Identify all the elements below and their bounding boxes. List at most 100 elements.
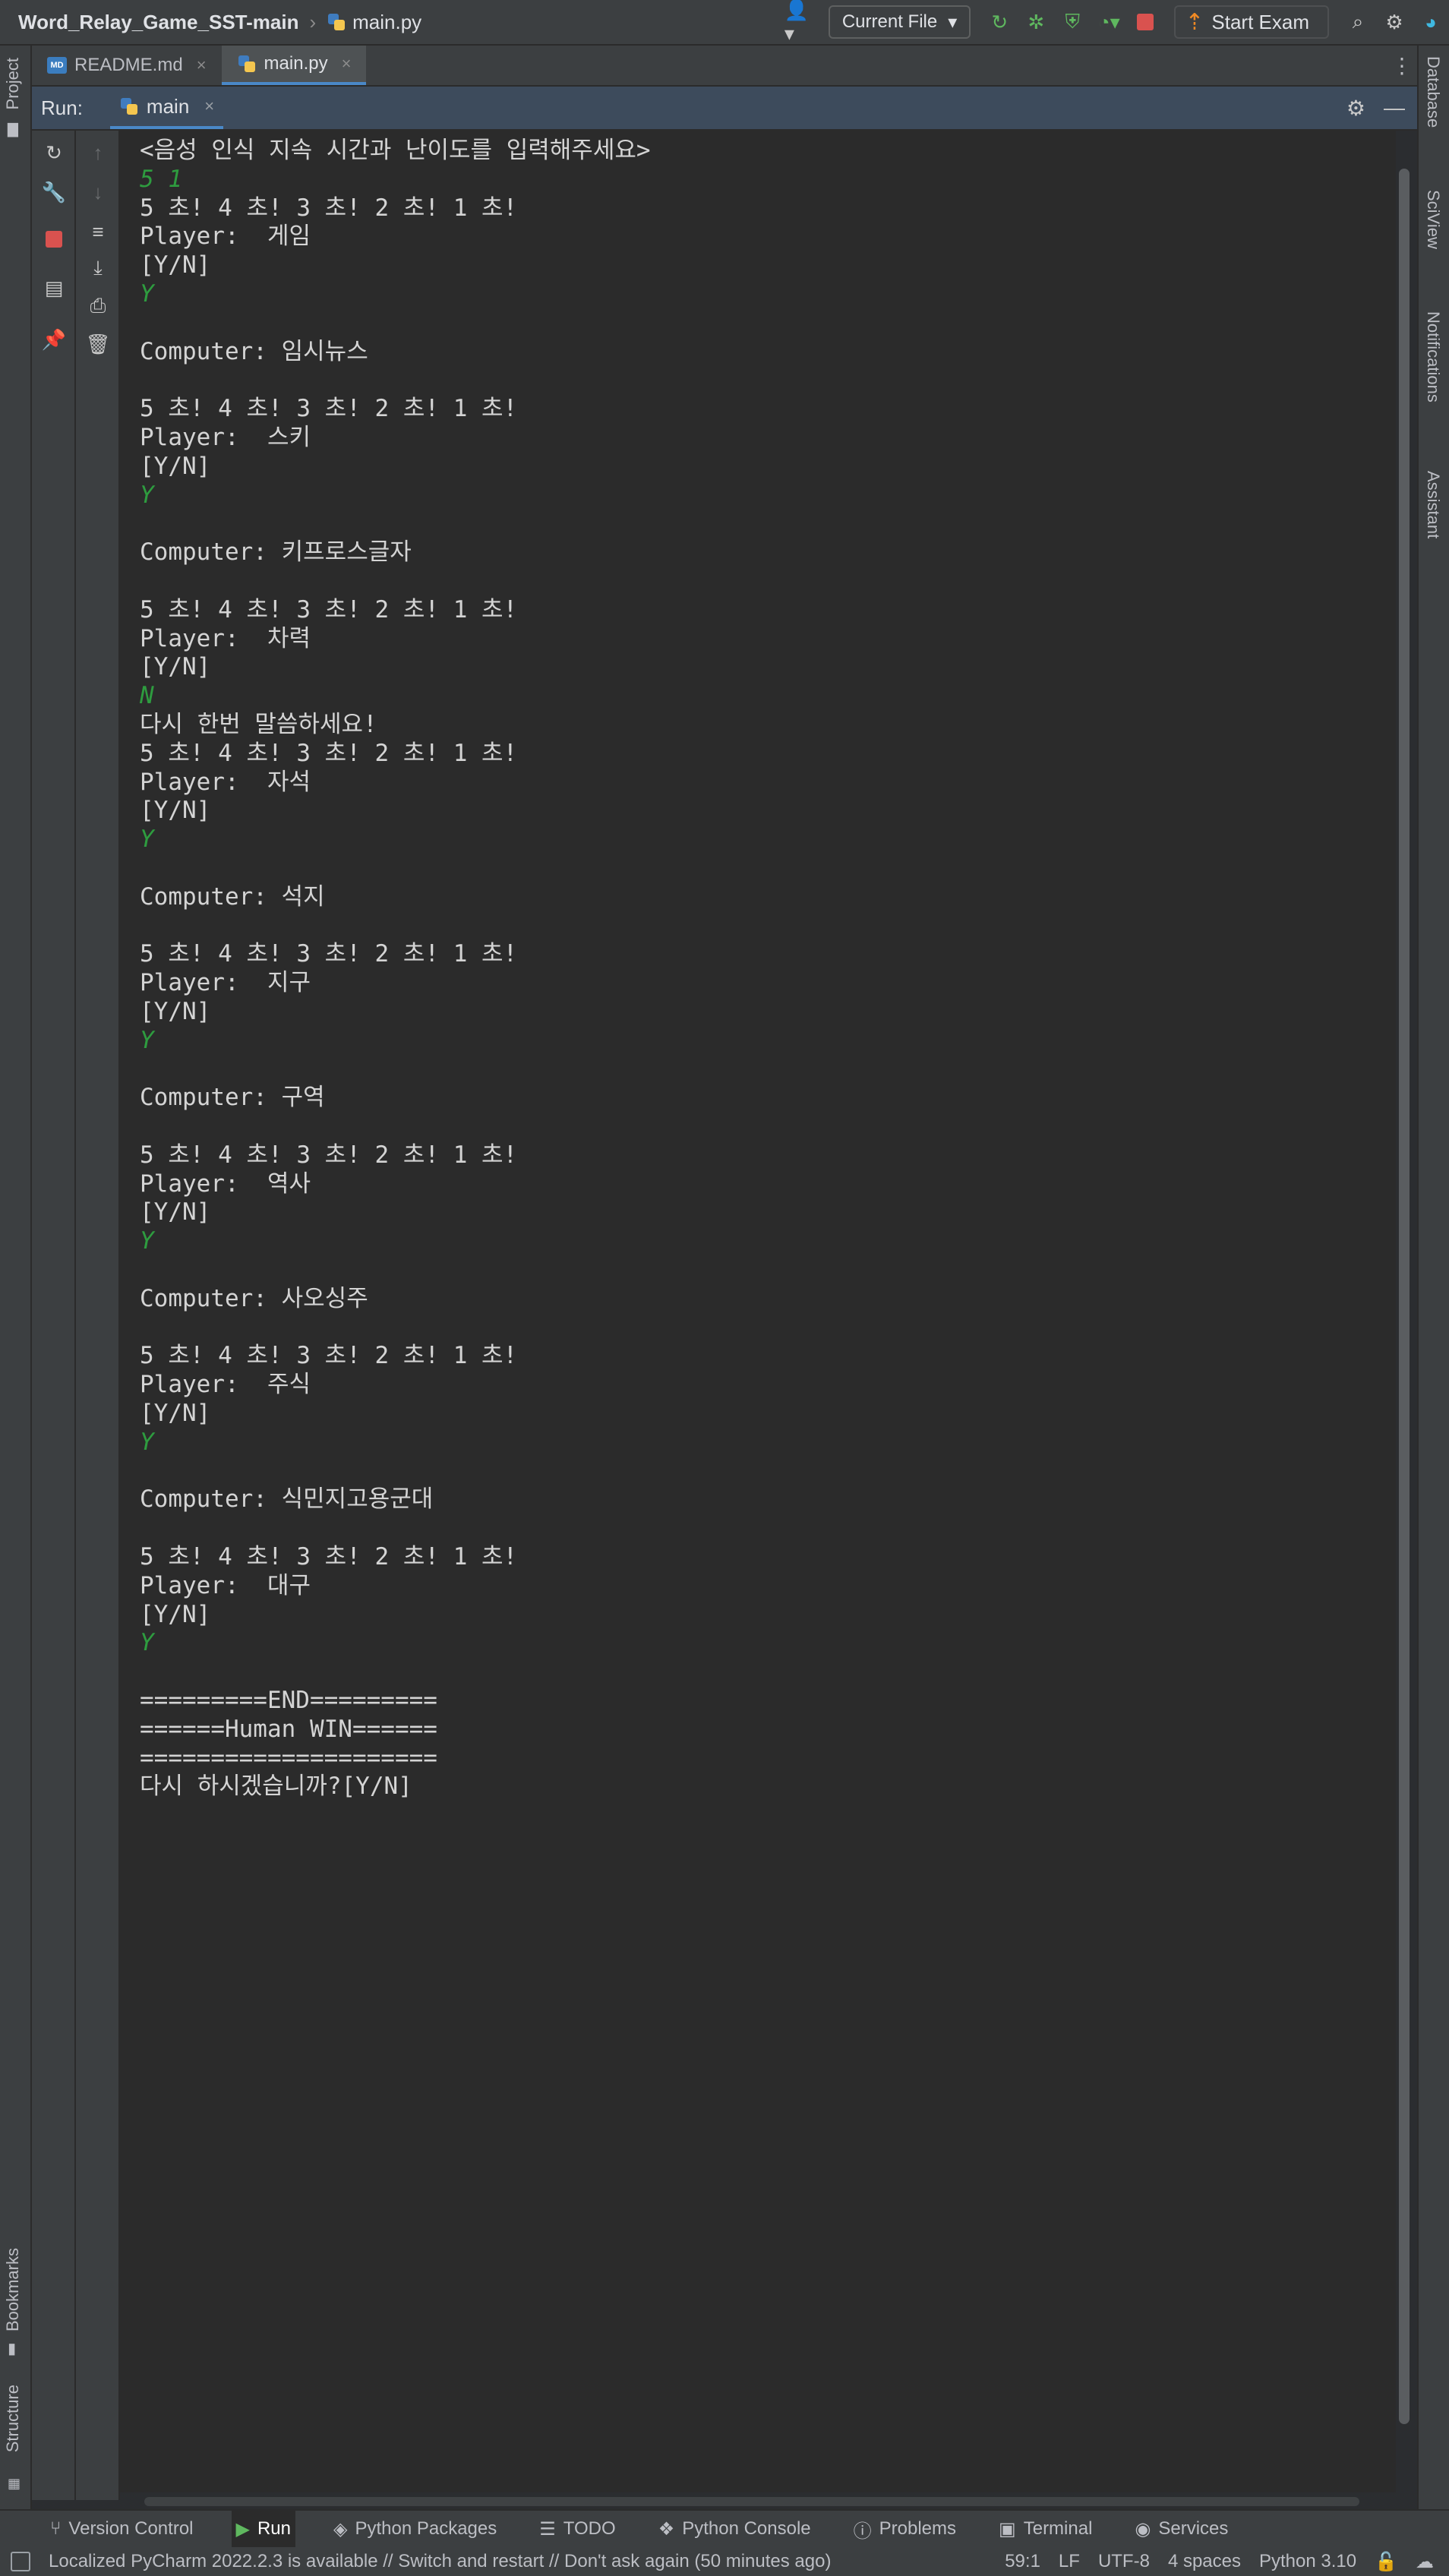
caret-position[interactable]: 59:1 [1005,2551,1040,2572]
more-options-icon[interactable]: ⋮ [1387,46,1417,85]
notifications-tool-button[interactable]: Notifications [1423,311,1443,402]
toolwindow-run[interactable]: ▶ Run [231,2510,295,2548]
minimize-icon[interactable]: — [1384,96,1405,121]
console-horizontal-scrollbar[interactable] [144,2497,1359,2506]
project-tool-button[interactable]: Project [3,58,23,109]
toolwindow-label: Services [1158,2518,1229,2539]
console-output-line: Computer: 석지 [140,882,325,911]
structure-icon[interactable]: ▦ [8,2476,21,2492]
search-icon[interactable]: ⌕ [1343,7,1373,37]
lock-icon[interactable]: 🔓 [1375,2551,1397,2573]
run-config-label: Current File [841,11,938,32]
toolwindow-label: TODO [563,2518,616,2539]
console-output-line: Player: 자석 [140,768,311,796]
ide-logo-icon[interactable]: ◕ [1416,7,1446,37]
console-output-line: [Y/N] [140,653,211,681]
database-tool-button[interactable]: Database [1423,56,1443,128]
python-interpreter[interactable]: Python 3.10 [1259,2551,1356,2572]
console-output-line: <음성 인식 지속 시간과 난이도를 입력해주세요> [140,137,651,164]
gear-icon[interactable]: ⚙ [1346,96,1365,121]
soft-wrap-icon[interactable]: ≡ [87,220,109,243]
console-input-line: 5 1 [140,165,182,193]
close-icon[interactable]: × [204,96,214,116]
console-output-line: [Y/N] [140,797,211,825]
run-tab-label: main [146,94,190,118]
bookmarks-tool-button[interactable]: Bookmarks [3,2248,23,2331]
stop-icon[interactable] [43,228,65,251]
tab-main-py[interactable]: main.py × [221,46,367,85]
file-encoding[interactable]: UTF-8 [1098,2551,1150,2572]
trash-icon[interactable]: 🗑 [86,333,111,355]
console-output[interactable]: <음성 인식 지속 시간과 난이도를 입력해주세요> 5 15 초! 4 초! 3… [120,131,1396,2492]
toolwindow-label: Terminal [1023,2518,1093,2539]
bookmark-icon[interactable]: ▮ [8,2339,16,2358]
layout-icon[interactable]: ▤ [43,276,65,299]
coverage-icon[interactable]: ⛨ [1057,7,1088,37]
assistant-tool-button[interactable]: Assistant [1423,471,1443,538]
run-tab-main[interactable]: main × [109,87,224,129]
wrench-icon[interactable]: 🔧 [42,181,66,204]
print-icon[interactable]: ⎙ [87,294,109,317]
indent-setting[interactable]: 4 spaces [1168,2551,1241,2572]
toolwindow-label: Python Packages [355,2518,497,2539]
console-output-line: [Y/N] [140,1600,211,1628]
tool-window-bar: ⑂ Version Control ▶ Run ◈ Python Package… [0,2509,1449,2548]
right-tool-strip: Database SciView Notifications Assistant [1417,46,1449,2514]
console-output-line: 다시 하시겠습니까?[Y/N] [140,1773,412,1801]
profile-icon[interactable]: ◔▾ [1094,7,1124,37]
debug-icon[interactable]: ✲ [1021,7,1051,37]
breadcrumb-file[interactable]: main.py [327,11,421,34]
console-output-line: Computer: 사오싱주 [140,1284,368,1312]
user-icon[interactable]: 👤▾ [784,0,815,45]
arrow-up-icon[interactable]: ↑ [87,141,109,164]
console-input-line: Y [140,1026,154,1054]
console-output-line: [Y/N] [140,452,211,480]
console-output-line: =========END========= [140,1687,437,1715]
toolwindow-label: Version Control [68,2518,194,2539]
toolwindow-terminal[interactable]: ▣ Terminal [994,2510,1097,2548]
rerun-icon[interactable]: ↻ [43,141,65,164]
toolwindow-version-control[interactable]: ⑂ Version Control [46,2510,198,2548]
status-message[interactable]: Localized PyCharm 2022.2.3 is available … [49,2551,831,2572]
start-exam-label: Start Exam [1211,10,1309,33]
line-separator[interactable]: LF [1059,2551,1080,2572]
arrow-down-icon[interactable]: ↓ [87,181,109,204]
sciview-tool-button[interactable]: SciView [1423,190,1443,249]
run-tool-header: Run: main × ⚙ — [32,87,1417,131]
console-output-line: Player: 주식 [140,1371,311,1399]
console-output-line: ======Human WIN====== [140,1715,437,1743]
toolwindow-python-console[interactable]: ❖ Python Console [654,2510,816,2548]
toolwindow-problems[interactable]: ⓘ Problems [849,2510,961,2548]
tab-readme[interactable]: MD README.md × [32,46,222,85]
console-vertical-scrollbar[interactable] [1399,169,1410,2424]
scroll-to-end-icon[interactable]: ⤓ [87,256,109,279]
gear-icon[interactable]: ⚙ [1379,7,1410,37]
folder-icon[interactable]: ▇ [8,122,18,137]
run-config-selector[interactable]: Current File ▾ [828,5,971,39]
console-input-line: Y [140,279,154,308]
exam-icon: ⇡ [1185,9,1204,35]
toolwindow-services[interactable]: ◉ Services [1130,2510,1233,2548]
run-toolbar-secondary: ↑ ↓ ≡ ⤓ ⎙ 🗑 [76,131,120,2500]
rerun-icon[interactable]: ↻ [984,7,1015,37]
pin-icon[interactable]: 📌 [42,328,66,351]
project-name[interactable]: Word_Relay_Game_SST-main [18,11,298,34]
toolwindow-todo[interactable]: ☰ TODO [535,2510,620,2548]
structure-tool-button[interactable]: Structure [3,2385,23,2452]
memory-icon[interactable]: ☁ [1416,2551,1434,2573]
stop-icon[interactable] [1130,7,1160,37]
start-exam-button[interactable]: ⇡ Start Exam [1174,5,1329,39]
toolwindow-python-packages[interactable]: ◈ Python Packages [329,2510,501,2548]
run-toolbar-primary: ↻ 🔧 ▤ 📌 [32,131,76,2500]
close-icon[interactable]: × [342,54,352,74]
layout-toggle-icon[interactable] [11,2552,30,2571]
console-input-line: Y [140,481,154,509]
list-icon: ☰ [539,2518,556,2540]
console-output-line: Player: 스키 [140,423,311,451]
close-icon[interactable]: × [197,55,207,75]
